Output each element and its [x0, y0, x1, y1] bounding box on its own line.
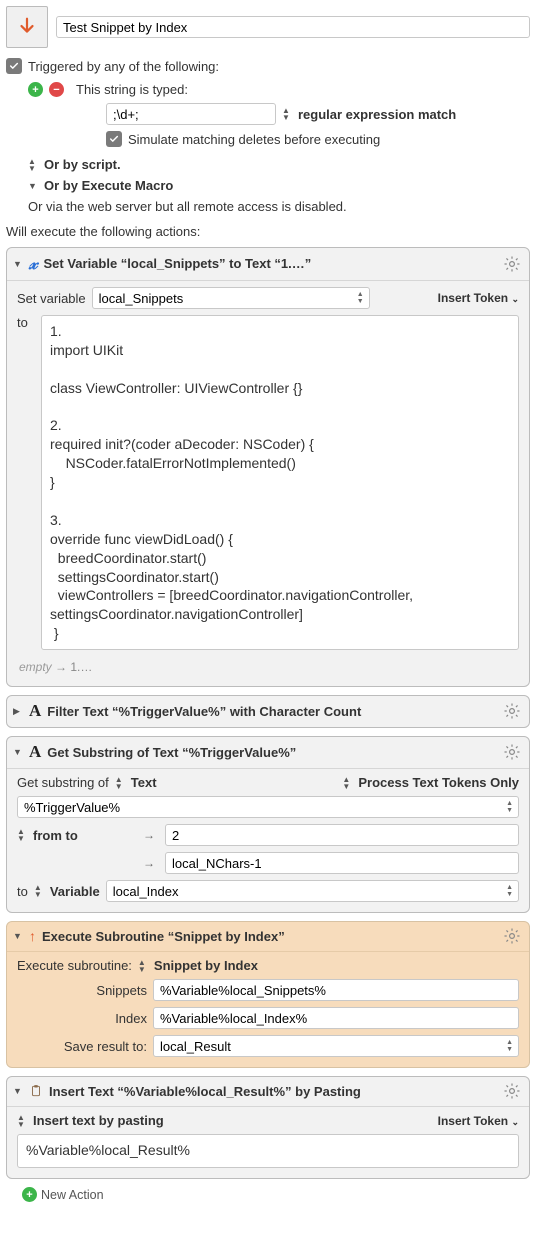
match-mode-stepper[interactable]: [282, 107, 292, 121]
subroutine-picker-stepper[interactable]: [138, 959, 148, 973]
text-icon: A: [29, 701, 41, 721]
simulate-deletes-label: Simulate matching deletes before executi…: [128, 132, 380, 147]
dest-variable-select[interactable]: [106, 880, 519, 902]
macro-icon-box: [6, 6, 48, 48]
source-text-input[interactable]: [17, 796, 519, 818]
param-index-input[interactable]: [153, 1007, 519, 1029]
will-execute-label: Will execute the following actions:: [6, 224, 530, 239]
set-variable-label: Set variable: [17, 291, 86, 306]
down-arrow-icon: [16, 16, 38, 38]
triggers-enabled-checkbox[interactable]: [6, 58, 22, 74]
save-result-label: Save result to:: [17, 1039, 147, 1054]
param-snippets-label: Snippets: [17, 983, 147, 998]
gear-icon[interactable]: [503, 743, 521, 761]
action-title: Set Variable “local_Snippets” to Text “1…: [43, 256, 497, 271]
gear-icon[interactable]: [503, 702, 521, 720]
disclosure-icon[interactable]: [13, 259, 23, 269]
gear-icon[interactable]: [503, 927, 521, 945]
gear-icon[interactable]: [503, 255, 521, 273]
range-mode-stepper[interactable]: [17, 828, 27, 842]
insert-mode-stepper[interactable]: [17, 1114, 27, 1128]
dest-mode-stepper[interactable]: [34, 884, 44, 898]
action-title: Filter Text “%TriggerValue%” with Charac…: [47, 704, 497, 719]
save-result-select[interactable]: [153, 1035, 519, 1057]
disclosure-icon[interactable]: [13, 931, 23, 941]
or-script-stepper[interactable]: [28, 158, 38, 172]
or-execute-macro-disclosure[interactable]: [28, 181, 38, 191]
insert-token-button[interactable]: Insert Token ⌄: [438, 291, 519, 305]
new-action-button[interactable]: + New Action: [22, 1187, 530, 1202]
action-title: Insert Text “%Variable%local_Result%” by…: [49, 1084, 497, 1099]
add-trigger-button[interactable]: +: [28, 82, 43, 97]
process-tokens-label: Process Text Tokens Only: [358, 775, 519, 790]
insert-token-button[interactable]: Insert Token ⌄: [438, 1114, 519, 1128]
source-mode-stepper[interactable]: [115, 776, 125, 790]
action-insert-text: Insert Text “%Variable%local_Result%” by…: [6, 1076, 530, 1179]
text-option: Text: [131, 775, 157, 790]
plus-icon: +: [22, 1187, 37, 1202]
get-substring-label: Get substring of: [17, 775, 109, 790]
simulate-deletes-checkbox[interactable]: [106, 131, 122, 147]
execute-subroutine-label: Execute subroutine:: [17, 958, 132, 973]
action-title: Execute Subroutine “Snippet by Index”: [42, 929, 497, 944]
disclosure-icon[interactable]: [13, 706, 23, 717]
typed-string-input[interactable]: [106, 103, 276, 125]
macro-title-input[interactable]: [56, 16, 530, 38]
or-execute-macro-label: Or by Execute Macro: [44, 178, 173, 193]
text-icon: A: [29, 742, 41, 762]
param-snippets-input[interactable]: [153, 979, 519, 1001]
from-to-label: from to: [33, 828, 133, 843]
action-execute-subroutine: ↑ Execute Subroutine “Snippet by Index” …: [6, 921, 530, 1068]
to-label: to: [17, 884, 28, 899]
disclosure-icon[interactable]: [13, 1086, 23, 1096]
variable-name-select[interactable]: [92, 287, 370, 309]
gear-icon[interactable]: [503, 1082, 521, 1100]
triggered-label: Triggered by any of the following:: [28, 59, 219, 74]
string-typed-label: This string is typed:: [76, 82, 188, 97]
action-get-substring: A Get Substring of Text “%TriggerValue%”…: [6, 736, 530, 913]
clipboard-icon: [29, 1083, 43, 1099]
regex-match-label: regular expression match: [298, 107, 456, 122]
empty-hint: empty → 1.…: [17, 656, 519, 676]
remove-trigger-button[interactable]: −: [49, 82, 64, 97]
from-value-input[interactable]: [165, 824, 519, 846]
arrow-right-icon: →: [139, 856, 159, 870]
param-index-label: Index: [17, 1011, 147, 1026]
variable-option: Variable: [50, 884, 100, 899]
subroutine-name: Snippet by Index: [154, 958, 258, 973]
insert-mode-label: Insert text by pasting: [33, 1113, 164, 1128]
insert-text-value[interactable]: %Variable%local_Result%: [17, 1134, 519, 1168]
subroutine-icon: ↑: [29, 928, 36, 944]
process-tokens-stepper[interactable]: [342, 776, 352, 790]
variable-icon: 𝓍: [29, 253, 37, 274]
to-value-input[interactable]: [165, 852, 519, 874]
or-script-label: Or by script.: [44, 157, 121, 172]
action-filter-text: A Filter Text “%TriggerValue%” with Char…: [6, 695, 530, 728]
to-label: to: [17, 315, 35, 330]
or-webserver-label: Or via the web server but all remote acc…: [28, 199, 347, 214]
variable-text-value[interactable]: 1. import UIKit class ViewController: UI…: [41, 315, 519, 650]
disclosure-icon[interactable]: [13, 747, 23, 757]
arrow-right-icon: →: [139, 828, 159, 842]
action-title: Get Substring of Text “%TriggerValue%”: [47, 745, 497, 760]
action-set-variable: 𝓍 Set Variable “local_Snippets” to Text …: [6, 247, 530, 687]
